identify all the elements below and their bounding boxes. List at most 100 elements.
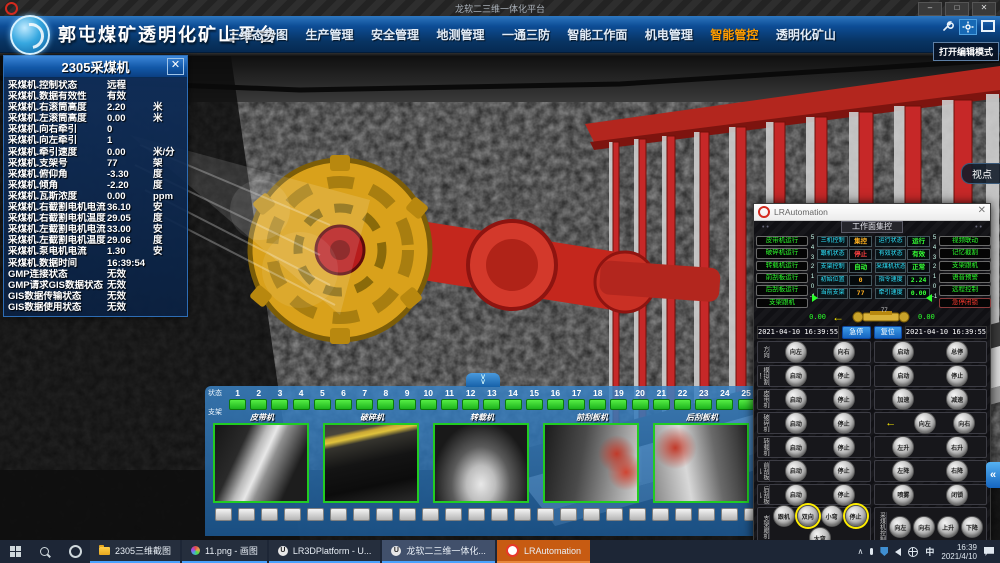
round-control-button[interactable]: 启动 xyxy=(892,341,914,363)
camera-item[interactable]: 破碎机 xyxy=(323,412,421,503)
nav-item-地测管理[interactable]: 地测管理 xyxy=(436,26,484,43)
round-control-button[interactable]: 向左 xyxy=(785,341,807,363)
shield-icon[interactable] xyxy=(880,547,888,556)
round-control-button[interactable]: 停止 xyxy=(833,388,855,410)
device-run-button[interactable]: 皮带机运行 xyxy=(756,236,808,246)
function-button[interactable]: 视频联动 xyxy=(939,236,991,246)
support-status-cell[interactable] xyxy=(502,399,523,410)
round-control-button[interactable]: 启动 xyxy=(785,412,807,434)
round-control-button[interactable]: 启动 xyxy=(785,388,807,410)
support-status-cell[interactable] xyxy=(630,399,651,410)
nav-item-透明化矿山[interactable]: 透明化矿山 xyxy=(776,26,836,43)
taskbar-item[interactable]: LRAutomation xyxy=(497,540,590,563)
round-control-button[interactable]: 停止 xyxy=(833,365,855,387)
speaker-icon[interactable] xyxy=(895,548,901,556)
microphone-icon[interactable] xyxy=(870,548,873,555)
round-control-button[interactable]: 双向 xyxy=(797,505,819,527)
support-status-cell[interactable] xyxy=(714,399,735,410)
nav-item-三维态势图[interactable]: 三维态势图 xyxy=(228,26,288,43)
workface-control-tab[interactable]: 工作面集控 xyxy=(841,221,903,233)
network-globe-icon[interactable] xyxy=(908,547,918,557)
round-control-button[interactable]: 启动 xyxy=(785,365,807,387)
support-status-cell[interactable] xyxy=(672,399,693,410)
support-status-cell[interactable] xyxy=(608,399,629,410)
notification-icon[interactable] xyxy=(984,547,994,556)
device-run-button[interactable]: 破碎机运行 xyxy=(756,248,808,258)
support-status-cell[interactable] xyxy=(693,399,714,410)
round-control-button[interactable]: 小弯 xyxy=(821,505,843,527)
support-status-cell[interactable] xyxy=(312,399,333,410)
function-button[interactable]: 支架跟机 xyxy=(939,261,991,271)
round-control-button[interactable]: 启动 xyxy=(785,460,807,482)
support-status-cell[interactable] xyxy=(439,399,460,410)
wrench-icon[interactable] xyxy=(940,19,956,33)
device-run-button[interactable]: 支架跟机 xyxy=(756,298,808,308)
support-status-cell[interactable] xyxy=(545,399,566,410)
support-status-cell[interactable] xyxy=(651,399,672,410)
round-control-button[interactable]: 总停 xyxy=(946,341,968,363)
support-status-cell[interactable] xyxy=(524,399,545,410)
camera-thumbnail[interactable] xyxy=(653,423,749,503)
round-control-button[interactable]: 停止 xyxy=(833,436,855,458)
camera-item[interactable]: 转载机 xyxy=(433,412,531,503)
support-status-cell[interactable] xyxy=(269,399,290,410)
nav-item-安全管理[interactable]: 安全管理 xyxy=(371,26,419,43)
fullscreen-icon[interactable] xyxy=(980,19,996,33)
support-status-cell[interactable] xyxy=(418,399,439,410)
function-button[interactable]: 急停闭锁 xyxy=(939,298,991,308)
estop-button[interactable]: 急停 xyxy=(842,326,870,339)
panel-close-icon[interactable]: ✕ xyxy=(167,58,184,75)
camera-item[interactable]: 皮带机 xyxy=(213,412,311,503)
round-control-button[interactable]: 加速 xyxy=(892,388,914,410)
support-status-cell[interactable] xyxy=(227,399,248,410)
round-control-button[interactable]: 停止 xyxy=(833,460,855,482)
round-control-button[interactable]: 闭锁 xyxy=(946,484,968,506)
device-run-button[interactable]: 后刮板运行 xyxy=(756,285,808,295)
round-control-button[interactable]: 向左 xyxy=(914,412,936,434)
round-control-button[interactable]: 停止 xyxy=(946,365,968,387)
ime-indicator[interactable]: 中 xyxy=(925,545,934,558)
round-control-button[interactable]: 停止 xyxy=(833,412,855,434)
camera-thumbnail[interactable] xyxy=(543,423,639,503)
minimize-button[interactable]: – xyxy=(918,2,942,16)
round-control-button[interactable]: 启动 xyxy=(892,365,914,387)
clock[interactable]: 16:39 2021/4/10 xyxy=(941,543,977,561)
taskbar-item[interactable]: U龙软二三维一体化... xyxy=(382,540,495,563)
cortana-icon[interactable] xyxy=(60,540,90,563)
maximize-button[interactable]: □ xyxy=(945,2,969,16)
nav-item-智能管控[interactable]: 智能管控 xyxy=(710,26,758,43)
round-control-button[interactable]: 向右 xyxy=(953,412,975,434)
round-control-button[interactable]: 向右 xyxy=(913,516,935,538)
support-status-cell[interactable] xyxy=(397,399,418,410)
camera-thumbnail[interactable] xyxy=(323,423,419,503)
round-control-button[interactable]: 喷雾 xyxy=(892,484,914,506)
round-control-button[interactable]: 启动 xyxy=(785,436,807,458)
round-control-button[interactable]: 右升 xyxy=(946,436,968,458)
round-control-button[interactable]: 停止 xyxy=(833,484,855,506)
tray-chevron-icon[interactable]: ∧ xyxy=(858,547,864,556)
round-control-button[interactable]: 向右 xyxy=(833,341,855,363)
start-button[interactable] xyxy=(0,540,30,563)
taskbar-item[interactable]: ULR3DPlatform - U... xyxy=(269,540,381,563)
function-button[interactable]: 语音预警 xyxy=(939,273,991,283)
chevron-down-icon[interactable]: ∨∨ xyxy=(466,373,500,387)
search-icon[interactable] xyxy=(30,540,60,563)
gear-icon[interactable] xyxy=(959,19,977,35)
round-control-button[interactable]: 上升 xyxy=(937,516,959,538)
camera-item[interactable]: 前刮板机 xyxy=(543,412,641,503)
nav-item-机电管理[interactable]: 机电管理 xyxy=(645,26,693,43)
round-control-button[interactable]: 启动 xyxy=(785,484,807,506)
function-button[interactable]: 远程控制 xyxy=(939,285,991,295)
round-control-button[interactable]: 向左 xyxy=(889,516,911,538)
round-control-button[interactable]: 左升 xyxy=(892,436,914,458)
camera-thumbnail[interactable] xyxy=(213,423,309,503)
nav-item-生产管理[interactable]: 生产管理 xyxy=(305,26,353,43)
device-run-button[interactable]: 前刮板运行 xyxy=(756,273,808,283)
lrautomation-close-icon[interactable]: ✕ xyxy=(978,205,986,216)
open-edit-mode-button[interactable]: 打开编辑模式 xyxy=(933,42,999,61)
viewpoint-tab[interactable]: 视点 xyxy=(961,163,1000,184)
camera-item[interactable]: 后刮板机 xyxy=(653,412,751,503)
round-control-button[interactable]: 右降 xyxy=(946,460,968,482)
taskbar-item[interactable]: 2305三维截图 xyxy=(90,540,180,563)
support-status-cell[interactable] xyxy=(354,399,375,410)
